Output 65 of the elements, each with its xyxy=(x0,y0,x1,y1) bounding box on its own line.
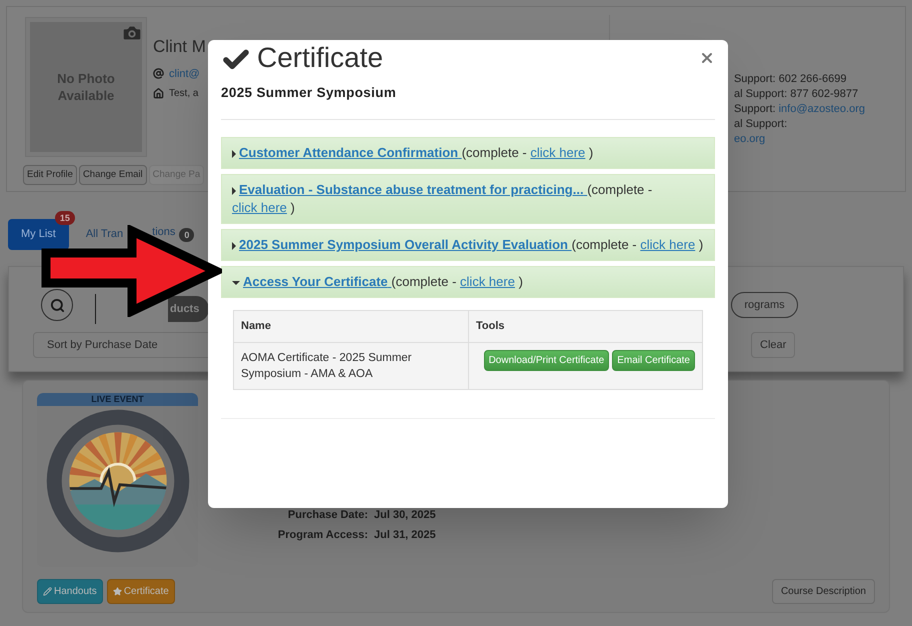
profile-button[interactable]: Change Email xyxy=(78,165,147,186)
filter-pill[interactable]: rograms xyxy=(731,292,798,318)
paren-text: ) xyxy=(588,145,594,160)
product-button[interactable]: Handouts xyxy=(37,579,103,604)
accordion-header[interactable]: Customer Attendance Confirmation (complete - click here ) xyxy=(221,137,715,170)
click-here-link[interactable]: click here xyxy=(640,237,696,252)
filter-pill[interactable]: ducts xyxy=(168,296,210,322)
contact-text: Support: xyxy=(734,103,777,115)
caret-right-icon xyxy=(232,242,236,250)
paren-text: ) xyxy=(698,237,704,252)
column-header: Name xyxy=(234,310,468,342)
status-text: (complete - xyxy=(572,237,638,252)
close-button[interactable] xyxy=(699,50,715,66)
section-link[interactable]: Access Your Certificate xyxy=(243,274,392,290)
profile-button[interactable]: Edit Profile xyxy=(23,165,77,186)
click-here-link[interactable]: click here xyxy=(530,145,586,160)
count-badge: 15 xyxy=(54,211,75,225)
certificate-button[interactable]: Download/Print Certificate xyxy=(484,350,610,371)
detail-value: Jul 31, 2025 xyxy=(374,528,436,542)
detail-label: Purchase Date: xyxy=(286,508,368,523)
caret-right-icon xyxy=(232,150,236,158)
count-badge: 0 xyxy=(179,228,194,242)
event-tag: LIVE EVENT xyxy=(37,393,198,406)
clear-button[interactable]: Clear xyxy=(751,332,796,358)
detail-value: Jul 30, 2025 xyxy=(374,508,436,523)
paren-text: ) xyxy=(518,274,523,290)
dialog-subtitle: 2025 Summer Symposium xyxy=(220,84,398,102)
accordion-header[interactable]: 2025 Summer Symposium Overall Activity Evaluation (complete - click here ) xyxy=(221,229,715,262)
course-description-button[interactable]: Course Description xyxy=(772,579,875,604)
accordion-header[interactable]: Access Your Certificate (complete - click here ) xyxy=(221,266,715,298)
paren-text: ) xyxy=(290,200,295,216)
pencil-icon xyxy=(43,587,52,596)
contact-link[interactable]: info@azosteo.org xyxy=(778,103,865,115)
detail-label: Program Access: xyxy=(276,528,368,542)
status-text: (complete - xyxy=(462,145,528,160)
contact-link[interactable]: eo.org xyxy=(734,133,766,145)
section-link[interactable]: 2025 Summer Symposium Overall Activity Evaluation xyxy=(239,237,572,252)
contact-text: al Support: xyxy=(734,118,788,130)
section-link[interactable]: Evaluation - Substance abuse treatment for practicing... xyxy=(239,182,588,198)
accordion-header[interactable]: Evaluation - Substance abuse treatment for practicing... (complete - click here ) xyxy=(221,174,715,224)
section-link[interactable]: Customer Attendance Confirmation xyxy=(239,145,462,160)
click-here-link[interactable]: click here xyxy=(232,200,287,216)
column-header: Tools xyxy=(468,310,702,342)
caret-right-icon xyxy=(232,186,236,195)
home-icon xyxy=(153,88,164,99)
table-cell: AOMA Certificate - 2025 Summer Symposium - AMA & AOA xyxy=(234,342,468,390)
address-text: Test, a xyxy=(169,87,198,101)
at-icon xyxy=(153,68,164,80)
caret-down-icon xyxy=(232,280,240,285)
certificate-button[interactable]: Email Certificate xyxy=(612,350,695,371)
search-icon xyxy=(50,298,64,312)
contact-text: Support: 602 266-6699 xyxy=(734,73,847,85)
contact-text: al Support: 877 602-9877 xyxy=(734,88,858,100)
click-here-link[interactable]: click here xyxy=(460,274,515,290)
tab-label-end: tions xyxy=(152,225,176,240)
dialog-title: Certificate xyxy=(257,42,384,74)
star-icon xyxy=(112,587,122,596)
status-text: (complete - xyxy=(391,274,458,290)
arrow-icon xyxy=(40,225,222,317)
product-button[interactable]: Certificate xyxy=(106,579,175,604)
profile-name: Clint M xyxy=(153,36,206,58)
tab[interactable]: All Tran xyxy=(72,226,124,242)
status-text: (complete - xyxy=(587,182,652,198)
search-button[interactable] xyxy=(41,289,73,321)
email-link[interactable]: clint@ xyxy=(169,66,200,82)
